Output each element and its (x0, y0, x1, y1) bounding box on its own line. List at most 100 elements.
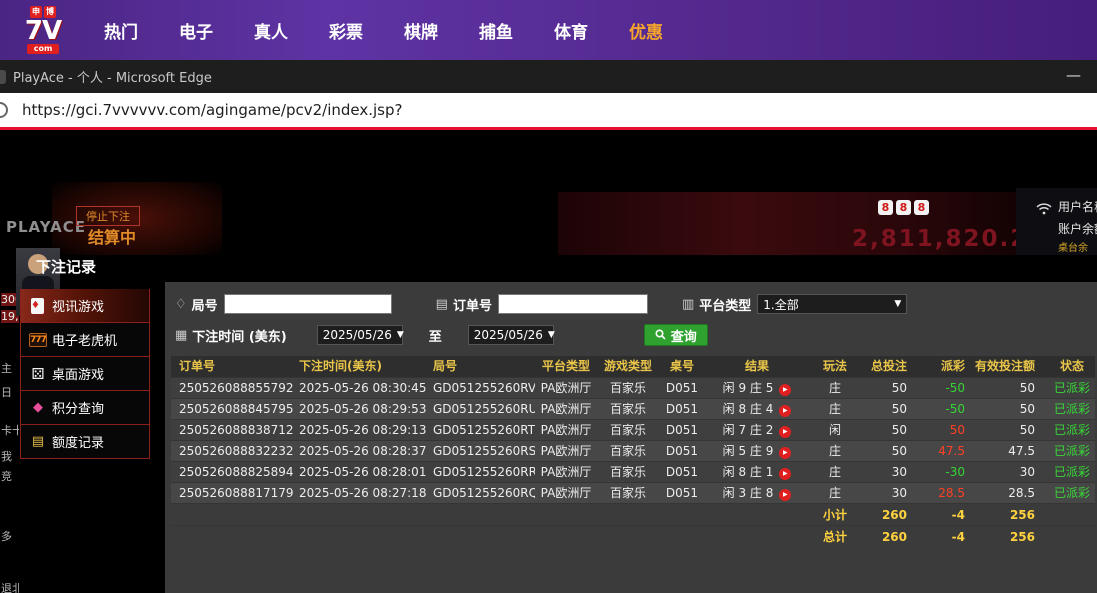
search-button[interactable]: 查询 (644, 324, 708, 346)
result-text: 闲 5 庄 9 (723, 444, 774, 458)
cell-game: 百家乐 (597, 399, 659, 420)
sidebar-item-slots[interactable]: 电子老虎机 (20, 323, 150, 357)
col-status: 状态 (1049, 356, 1095, 377)
cell-bet: 50 (861, 441, 919, 462)
window-title: PlayAce - 个人 - Microsoft Edge (13, 67, 212, 86)
cell-round: GD051255260RU (427, 399, 535, 420)
wifi-icon (1036, 200, 1052, 219)
nav-item-lottery[interactable]: 彩票 (329, 18, 363, 43)
cell-time: 2025-05-26 08:29:13 (293, 420, 427, 441)
nav-item-promo[interactable]: 优惠 (629, 18, 663, 43)
nav-item-sports[interactable]: 体育 (554, 18, 588, 43)
slot-machine-icon (29, 333, 47, 347)
col-result: 结果 (705, 356, 809, 377)
result-text: 闲 8 庄 4 (723, 402, 774, 416)
col-table-number: 桌号 (659, 356, 705, 377)
address-url[interactable]: https://gci.7vvvvvv.com/agingame/pcv2/in… (22, 101, 402, 119)
replay-icon[interactable] (779, 447, 791, 459)
nav-item-hot[interactable]: 热门 (104, 18, 138, 43)
cards-icon (31, 298, 44, 314)
cell-game: 百家乐 (597, 462, 659, 483)
edge-strip: 300:19,主日卡十我竞多退北 (0, 130, 19, 593)
dice-icon (29, 365, 47, 383)
sidebar-item-credit-records[interactable]: 额度记录 (20, 425, 150, 459)
bet-records-table: 订单号 下注时间(美东) 局号 平台类型 游戏类型 桌号 结果 玩法 总投注 派… (171, 356, 1095, 547)
cell-bet: 50 (861, 399, 919, 420)
subtotal-row: 小计 260 -4 256 (171, 503, 1095, 525)
cell-platform: PA欧洲厅 (535, 462, 597, 483)
edge-fragment: 日 (1, 384, 12, 400)
col-play-type: 玩法 (809, 356, 861, 377)
replay-icon[interactable] (779, 468, 791, 480)
total-payout: -4 (919, 526, 975, 548)
cell-order: 250526088838712 (171, 420, 293, 441)
table-body: 2505260888557922025-05-26 08:30:45GD0512… (171, 377, 1095, 503)
nav-item-fishing[interactable]: 捕鱼 (479, 18, 513, 43)
sidebar-item-live-games[interactable]: 视讯游戏 (20, 289, 150, 323)
account-name-label: 用户名称 (1058, 198, 1097, 215)
replay-icon[interactable] (779, 426, 791, 438)
col-platform-type: 平台类型 (535, 356, 597, 377)
cell-tableNo: D051 (659, 462, 705, 483)
cell-game: 百家乐 (597, 483, 659, 504)
result-text: 闲 3 庄 8 (723, 486, 774, 500)
sidebar: 下注记录 视讯游戏 电子老虎机 桌面游戏 积分查询 额度记录 (20, 254, 150, 459)
nav-item-cards[interactable]: 棋牌 (404, 18, 438, 43)
cell-game: 百家乐 (597, 420, 659, 441)
cell-bet: 30 (861, 462, 919, 483)
cell-status: 已派彩 (1049, 420, 1095, 441)
platform-type-select[interactable]: 1.全部 ▼ (757, 294, 907, 314)
minimize-button[interactable]: — (1066, 66, 1081, 84)
subtotal-status-empty (1049, 504, 1095, 526)
table-row: 2505260888557922025-05-26 08:30:45GD0512… (171, 377, 1095, 398)
nav-item-slots[interactable]: 电子 (179, 18, 213, 43)
reload-icon[interactable] (0, 102, 8, 118)
sidebar-item-points[interactable]: 积分查询 (20, 391, 150, 425)
page-content: PLAYACE 停止下注 结算中 8 8 8 2,811,820.23 用户名称… (0, 130, 1097, 593)
cell-order: 250526088855792 (171, 378, 293, 399)
die-icon: 8 (878, 200, 893, 215)
col-order-number: 订单号 (171, 356, 293, 377)
order-number-input[interactable] (498, 294, 648, 314)
cell-round: GD051255260RT (427, 420, 535, 441)
cell-play: 庄 (809, 483, 861, 504)
round-number-label: 局号 (175, 295, 218, 314)
table-row: 2505260888171792025-05-26 08:27:18GD0512… (171, 482, 1095, 503)
replay-icon[interactable] (779, 405, 791, 417)
site-logo[interactable]: 申 博 7V com (16, 6, 70, 54)
nav-item-live[interactable]: 真人 (254, 18, 288, 43)
diamond-icon (29, 400, 47, 415)
edge-fragment: 我 (1, 448, 12, 464)
edge-fragment: 退北 (1, 580, 19, 593)
cell-platform: PA欧洲厅 (535, 441, 597, 462)
calendar-icon (175, 328, 187, 343)
cell-round: GD051255260RR (427, 462, 535, 483)
cell-status: 已派彩 (1049, 399, 1095, 420)
replay-icon[interactable] (779, 384, 791, 396)
result-text: 闲 9 庄 5 (723, 381, 774, 395)
date-to-select[interactable]: 2025/05/26 ▼ (468, 325, 554, 345)
cell-order: 250526088845795 (171, 399, 293, 420)
chevron-down-icon: ▼ (894, 299, 901, 309)
cell-payout: 28.5 (919, 483, 975, 504)
sidebar-item-label: 桌面游戏 (52, 364, 104, 383)
sidebar-item-table-games[interactable]: 桌面游戏 (20, 357, 150, 391)
ledger-icon (29, 434, 47, 449)
search-button-label: 查询 (671, 326, 697, 345)
cell-round: GD051255260RV (427, 378, 535, 399)
date-from-select[interactable]: 2025/05/26 ▼ (317, 325, 403, 345)
edge-fragment: 卡十 (1, 422, 19, 438)
cell-bet: 50 (861, 420, 919, 441)
edge-fragment: 多 (1, 528, 12, 544)
cell-status: 已派彩 (1049, 441, 1095, 462)
cell-payout: -50 (919, 378, 975, 399)
cell-round: GD051255260RS (427, 441, 535, 462)
table-row: 2505260888322322025-05-26 08:28:37GD0512… (171, 440, 1095, 461)
cell-bet: 50 (861, 378, 919, 399)
subtotal-label: 小计 (809, 504, 861, 526)
round-number-input[interactable] (224, 294, 392, 314)
replay-icon[interactable] (779, 489, 791, 501)
cell-play: 庄 (809, 378, 861, 399)
chevron-down-icon: ▼ (548, 330, 555, 340)
platform-type-label: 平台类型 (682, 295, 751, 314)
